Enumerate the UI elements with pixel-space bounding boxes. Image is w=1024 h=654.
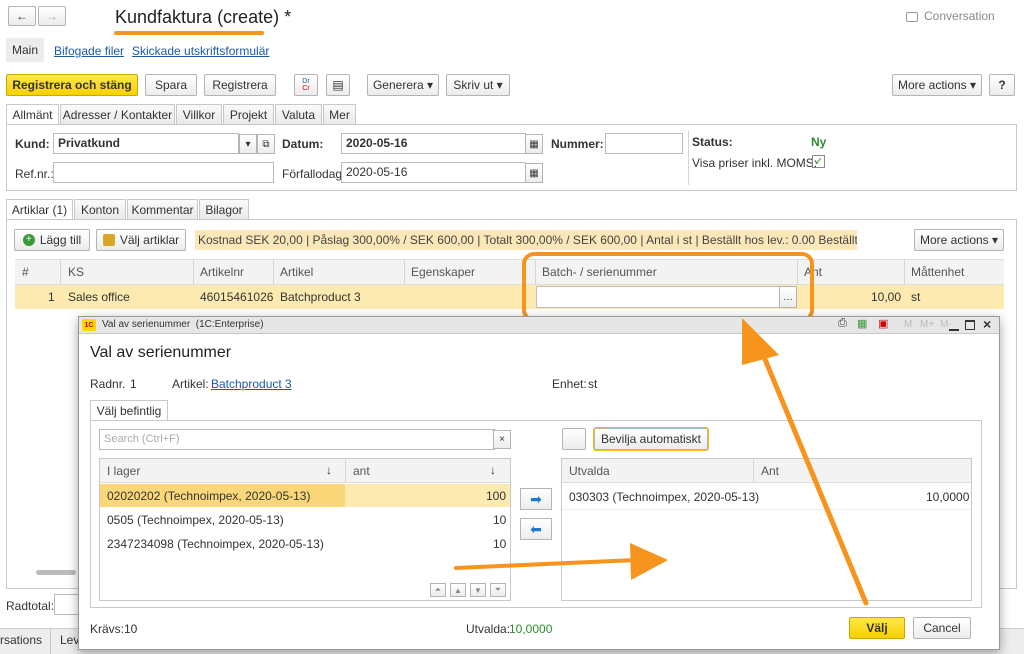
arrow-up-head: [742, 318, 779, 365]
arrow-right-shaft: [454, 558, 638, 570]
arrow-right-head: [630, 543, 668, 580]
arrow-up-shaft: [759, 349, 869, 606]
annotation-arrows: [454, 318, 869, 606]
